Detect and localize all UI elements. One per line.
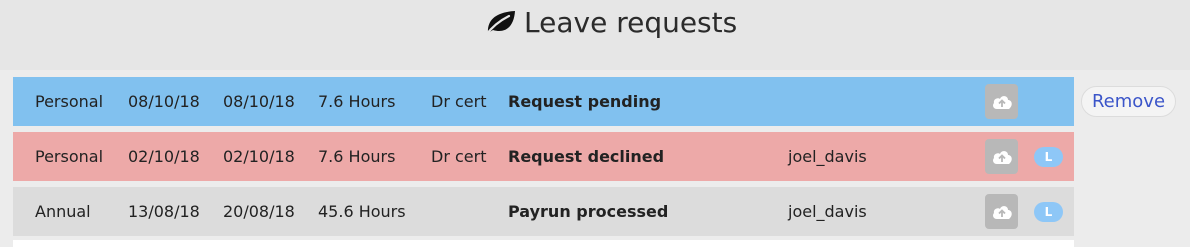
start-date: 13/08/18 — [128, 202, 200, 221]
page-title-text: Leave requests — [524, 5, 738, 39]
end-date: 20/08/18 — [223, 202, 295, 221]
cloud-upload-icon[interactable] — [985, 84, 1018, 119]
start-date: 02/10/18 — [128, 147, 200, 166]
cloud-upload-icon[interactable] — [985, 139, 1018, 174]
remove-button[interactable]: Remove — [1081, 86, 1176, 117]
leave-type: Personal — [35, 147, 104, 166]
leave-request-row[interactable]: Personal 08/10/18 08/10/18 7.6 Hours Dr … — [13, 77, 1074, 126]
request-status: Payrun processed — [508, 202, 669, 221]
cloud-upload-icon[interactable] — [985, 194, 1018, 229]
certificate-label: Dr cert — [431, 92, 487, 111]
approver-username: joel_davis — [788, 147, 867, 166]
leave-hours: 45.6 Hours — [318, 202, 406, 221]
request-status: Request declined — [508, 147, 665, 166]
end-date: 02/10/18 — [223, 147, 295, 166]
leave-hours: 7.6 Hours — [318, 92, 396, 111]
leave-badge: L — [1034, 202, 1063, 222]
leave-type: Personal — [35, 92, 104, 111]
page-title: Leave requests — [484, 2, 737, 42]
certificate-label: Dr cert — [431, 147, 487, 166]
end-date: 08/10/18 — [223, 92, 295, 111]
list-item — [13, 240, 1074, 247]
leave-badge: L — [1034, 147, 1063, 167]
leaf-icon — [484, 8, 518, 36]
start-date: 08/10/18 — [128, 92, 200, 111]
approver-username: joel_davis — [788, 202, 867, 221]
page-header: Leave requests — [0, 0, 1190, 70]
leave-type: Annual — [35, 202, 91, 221]
request-status: Request pending — [508, 92, 662, 111]
leave-request-row[interactable]: Personal 02/10/18 02/10/18 7.6 Hours Dr … — [13, 132, 1074, 181]
leave-request-row[interactable]: Annual 13/08/18 20/08/18 45.6 Hours Payr… — [13, 187, 1074, 236]
leave-hours: 7.6 Hours — [318, 147, 396, 166]
